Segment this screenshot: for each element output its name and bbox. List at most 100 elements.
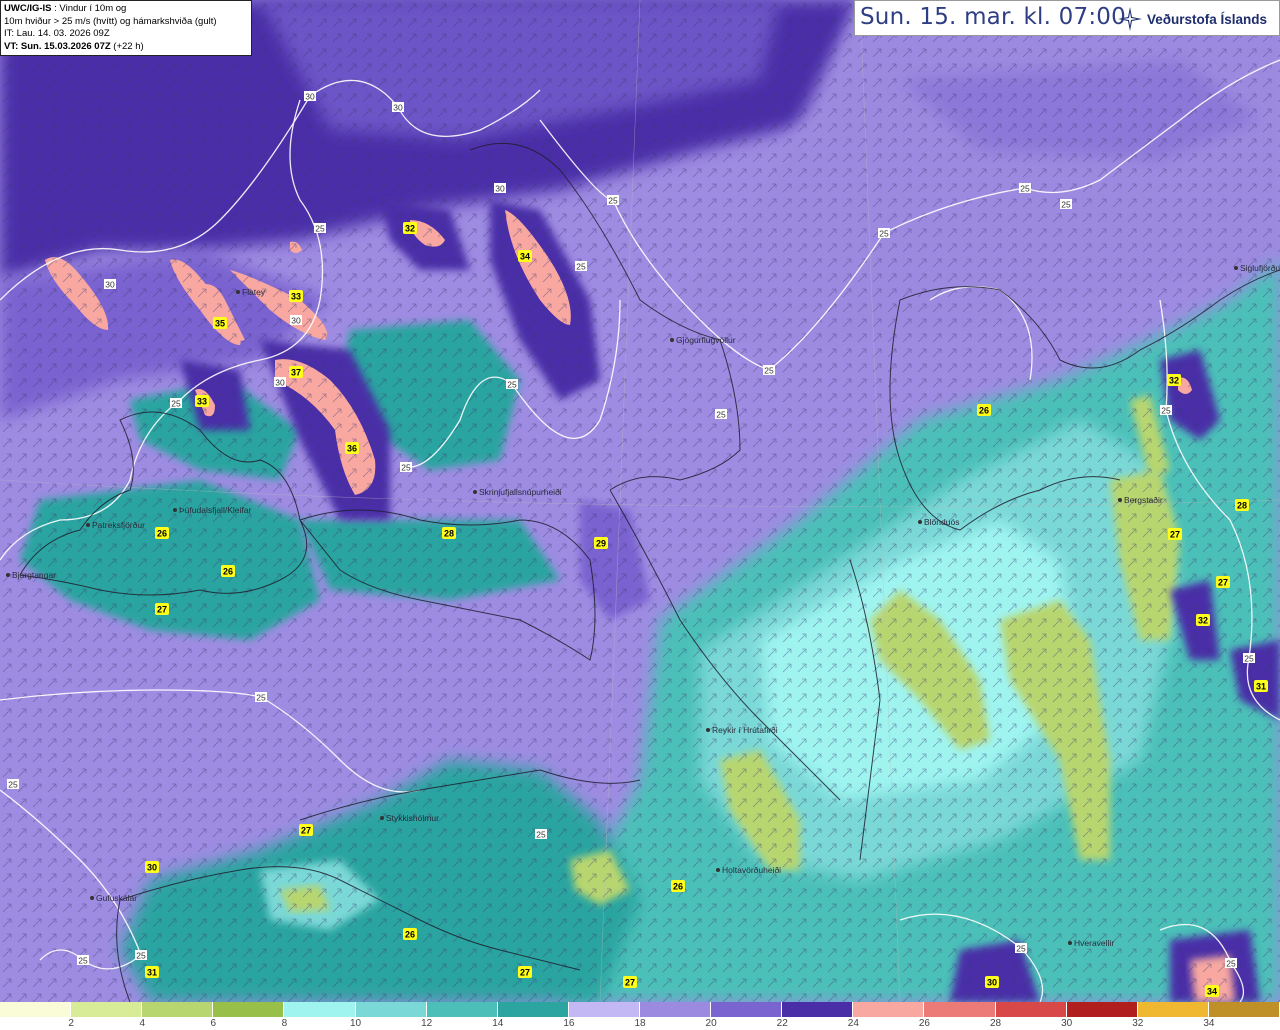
gust-label: 30 bbox=[987, 978, 997, 988]
contour-label: 25 bbox=[171, 399, 181, 409]
place-marker bbox=[706, 728, 710, 732]
place-label: Hveravellir bbox=[1074, 938, 1114, 948]
legend-swatch bbox=[142, 1002, 214, 1017]
gust-label: 34 bbox=[520, 252, 530, 262]
gust-label: 29 bbox=[596, 539, 606, 549]
place-label: Bergstaðir bbox=[1124, 495, 1163, 505]
vedurstofa-logo: Veðurstofa Íslands bbox=[1117, 5, 1275, 33]
place-label: Bjargtangar bbox=[12, 570, 56, 580]
place-label: Gjögurflugvöllur bbox=[676, 335, 736, 345]
gust-label: 27 bbox=[625, 978, 635, 988]
legend-tick-label: 4 bbox=[139, 1018, 145, 1029]
gust-label: 27 bbox=[301, 826, 311, 836]
gust-label: 26 bbox=[157, 529, 167, 539]
weather-map: Flatey Patreksfjörður Bjargtangar Þúfudalsf… bbox=[0, 0, 1280, 1002]
legend-swatch bbox=[711, 1002, 783, 1017]
place-marker bbox=[236, 290, 240, 294]
contour-label: 25 bbox=[256, 693, 266, 703]
gust-label: 32 bbox=[1169, 376, 1179, 386]
legend-swatch bbox=[0, 1002, 72, 1017]
title-box: Sun. 15. mar. kl. 07:00 Veðurstofa Íslan… bbox=[854, 0, 1280, 36]
gust-label: 37 bbox=[291, 368, 301, 378]
gust-label: 26 bbox=[979, 406, 989, 416]
legend-swatch bbox=[213, 1002, 285, 1017]
place-marker bbox=[1234, 266, 1238, 270]
legend-swatch bbox=[853, 1002, 925, 1017]
legend-tick-label: 16 bbox=[563, 1018, 575, 1029]
place-marker bbox=[173, 508, 177, 512]
legend-tick-label: 18 bbox=[634, 1018, 646, 1029]
legend-tick-label: 20 bbox=[705, 1018, 717, 1029]
gust-label: 27 bbox=[1170, 530, 1180, 540]
place-label: Flatey bbox=[242, 287, 266, 297]
legend-swatch bbox=[426, 1002, 498, 1017]
legend-tick-label: 14 bbox=[492, 1018, 504, 1029]
legend-tick-label: 22 bbox=[776, 1018, 788, 1029]
legend-tick-label: 8 bbox=[281, 1018, 288, 1029]
place-marker bbox=[473, 490, 477, 494]
info-line2: 10m hviður > 25 m/s (hvítt) og hámarkshv… bbox=[4, 15, 217, 27]
contour-label: 30 bbox=[305, 92, 315, 102]
place-marker bbox=[1068, 941, 1072, 945]
place-label: Patreksfjörður bbox=[92, 520, 145, 530]
legend-tick-label: 24 bbox=[847, 1018, 859, 1029]
contour-label: 25 bbox=[8, 780, 18, 790]
legend-tick-label: 2 bbox=[68, 1018, 74, 1029]
legend-tick-label: 6 bbox=[210, 1018, 217, 1029]
gust-label: 31 bbox=[147, 968, 157, 978]
legend-tick-label: 28 bbox=[989, 1018, 1002, 1029]
gust-label: 34 bbox=[1207, 987, 1217, 997]
contour-label: 25 bbox=[315, 224, 325, 234]
place-label: Gufuskálar bbox=[96, 893, 137, 903]
gust-label: 27 bbox=[520, 968, 530, 978]
contour-label: 25 bbox=[576, 262, 586, 272]
contour-label: 25 bbox=[1016, 944, 1026, 954]
legend-swatch bbox=[71, 1002, 143, 1017]
place-label: Þúfudalsfjall/Kleifar bbox=[179, 505, 251, 515]
forecast-time-title: Sun. 15. mar. kl. 07:00 bbox=[860, 4, 1126, 30]
contour-label: 30 bbox=[291, 316, 301, 326]
contour-label: 25 bbox=[716, 410, 726, 420]
contour-label: 30 bbox=[393, 103, 403, 113]
legend-swatch bbox=[782, 1002, 854, 1017]
legend-swatch bbox=[355, 1002, 427, 1017]
place-marker bbox=[716, 868, 720, 872]
place-label: Stykkishólmur bbox=[386, 813, 439, 823]
gust-label: 27 bbox=[1218, 578, 1228, 588]
legend-tick-label: 34 bbox=[1203, 1018, 1215, 1029]
logo-text: Veðurstofa Íslands bbox=[1147, 11, 1268, 27]
place-marker bbox=[6, 573, 10, 577]
legend-swatch bbox=[284, 1002, 356, 1017]
gust-label: 33 bbox=[197, 397, 207, 407]
contour-label: 25 bbox=[401, 463, 411, 473]
gust-label: 30 bbox=[147, 863, 157, 873]
info-valid-time: VT: Sun. 15.03.2026 07Z bbox=[4, 40, 111, 52]
gust-label: 28 bbox=[444, 529, 454, 539]
legend-tick-label: 10 bbox=[349, 1018, 362, 1029]
gust-label: 26 bbox=[673, 882, 683, 892]
place-label: Holtavörðuheiði bbox=[722, 865, 781, 875]
contour-label: 25 bbox=[608, 196, 618, 206]
legend-swatch bbox=[1066, 1002, 1138, 1017]
contour-label: 25 bbox=[764, 366, 774, 376]
place-label: Siglufjörður bbox=[1240, 263, 1280, 273]
legend-swatch bbox=[568, 1002, 640, 1017]
gust-label: 26 bbox=[223, 567, 233, 577]
place-marker bbox=[86, 523, 90, 527]
legend-tick-label: 26 bbox=[918, 1018, 930, 1029]
place-label: Blönduós bbox=[924, 517, 959, 527]
contour-label: 30 bbox=[105, 280, 115, 290]
legend-swatch bbox=[1208, 1002, 1280, 1017]
contour-label: 25 bbox=[1244, 654, 1254, 664]
contour-label: 25 bbox=[136, 951, 146, 961]
gust-label: 36 bbox=[347, 444, 357, 454]
contour-label: 25 bbox=[507, 380, 517, 390]
contour-label: 25 bbox=[1061, 200, 1071, 210]
gust-label: 32 bbox=[1198, 616, 1208, 626]
legend-tick-label: 30 bbox=[1061, 1018, 1073, 1029]
legend-swatch bbox=[497, 1002, 569, 1017]
place-marker bbox=[380, 816, 384, 820]
contour-label: 30 bbox=[275, 378, 285, 388]
gust-label: 32 bbox=[405, 224, 415, 234]
contour-label: 30 bbox=[495, 184, 505, 194]
